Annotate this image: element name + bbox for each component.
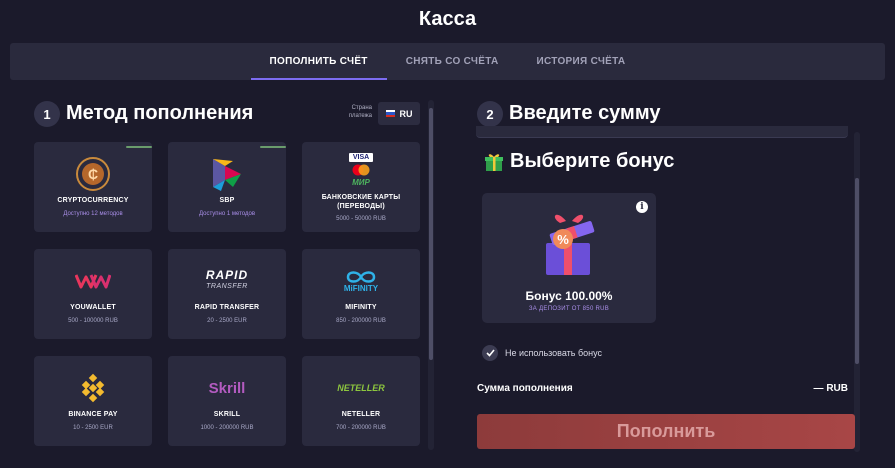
svg-text:%: % <box>557 232 569 247</box>
visa-icon: VISA <box>348 153 374 162</box>
no-bonus-label: Не использовать бонус <box>505 348 603 358</box>
tab-history[interactable]: ИСТОРИЯ СЧЁТА <box>518 43 645 80</box>
method-neteller[interactable]: NETELLER NETELLER 700 - 200000 RUB <box>302 356 420 446</box>
tab-withdraw[interactable]: СНЯТЬ СО СЧЁТА <box>387 43 518 80</box>
cryptocurrency-icon: ₵ <box>34 154 152 194</box>
binance-icon <box>34 368 152 408</box>
mir-icon: МИР <box>352 178 370 187</box>
info-icon[interactable]: i <box>636 201 648 213</box>
enter-amount-title: Введите сумму <box>509 102 661 124</box>
youwallet-icon <box>34 261 152 301</box>
method-binance-pay[interactable]: BINANCE PAY 10 - 2500 EUR <box>34 356 152 446</box>
deposit-submit-button[interactable]: Пополнить <box>477 414 855 449</box>
russia-flag-icon <box>385 110 395 117</box>
method-cryptocurrency[interactable]: ₵ CRYPTOCURRENCY Доступно 12 методов <box>34 142 152 232</box>
method-skrill[interactable]: Skrill SKRILL 1000 - 200000 RUB <box>168 356 286 446</box>
page-title: Касса <box>418 8 477 30</box>
payment-method-title: Метод пополнения <box>66 102 254 124</box>
tab-bar: ПОПОЛНИТЬ СЧЁТ СНЯТЬ СО СЧЁТА ИСТОРИЯ СЧ… <box>10 43 885 80</box>
mastercard-icon <box>352 164 370 176</box>
gift-bonus-icon <box>485 154 503 171</box>
neteller-icon: NETELLER <box>337 383 385 393</box>
amount-input-edge <box>476 126 848 138</box>
sbp-icon <box>168 154 286 194</box>
method-rapid-transfer[interactable]: RAPID TRANSFER RAPID TRANSFER 20 - 2500 … <box>168 249 286 339</box>
step-number-2: 2 <box>477 101 503 127</box>
no-bonus-option[interactable]: Не использовать бонус <box>482 345 602 361</box>
bonus-label: Бонус 100.00% <box>525 289 613 303</box>
country-selector[interactable]: RU <box>378 102 420 125</box>
methods-scrollbar[interactable] <box>428 100 434 450</box>
method-mifinity[interactable]: MiFINITY MIFINITY 850 - 200000 RUB <box>302 249 420 339</box>
tab-deposit[interactable]: ПОПОЛНИТЬ СЧЁТ <box>250 43 387 80</box>
deposit-amount-label: Сумма пополнения <box>477 383 573 394</box>
bank-cards-icon: VISA МИР <box>302 150 420 190</box>
mifinity-icon: MiFINITY <box>302 261 420 301</box>
deposit-amount-value: — RUB <box>813 383 848 394</box>
svg-text:₵: ₵ <box>88 166 98 182</box>
bonus-condition: ЗА ДЕПОЗИТ ОТ 850 RUB <box>528 306 610 312</box>
country-label: Страна платежа <box>348 105 372 119</box>
country-code: RU <box>399 108 413 119</box>
skrill-icon: Skrill <box>208 379 246 397</box>
amount-scrollbar[interactable] <box>854 132 860 452</box>
gift-box-icon: % <box>546 214 595 275</box>
check-icon[interactable] <box>482 345 498 361</box>
method-sbp[interactable]: SBP Доступно 1 методов <box>168 142 286 232</box>
bonus-card[interactable]: i % Бонус 100.00% ЗА ДЕПОЗИТ ОТ 850 RUB <box>482 193 656 323</box>
method-youwallet[interactable]: YOUWALLET 500 - 100000 RUB <box>34 249 152 339</box>
choose-bonus-title: Выберите бонус <box>510 150 675 172</box>
rapid-transfer-icon: RAPID TRANSFER <box>205 268 249 290</box>
method-bank-cards[interactable]: VISA МИР БАНКОВСКИЕ КАРТЫ (ПЕРЕВОДЫ) 500… <box>302 142 420 232</box>
step-number-1: 1 <box>34 101 60 127</box>
